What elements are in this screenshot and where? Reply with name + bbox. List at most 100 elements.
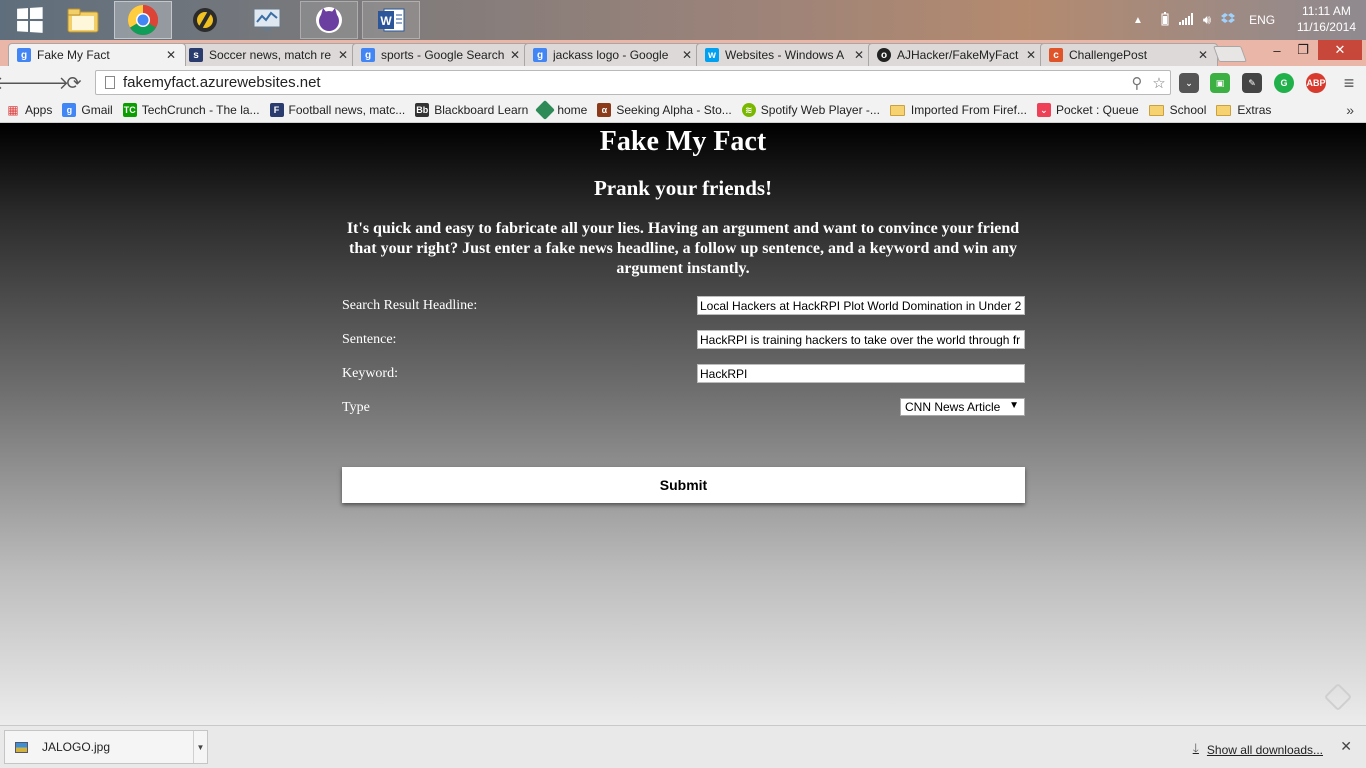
system-clock[interactable]: 11:11 AM 11/16/2014 — [1297, 3, 1356, 35]
clock-time: 11:11 AM — [1301, 4, 1351, 18]
dropbox-icon[interactable] — [1221, 12, 1236, 28]
evernote-extension-icon[interactable]: ✎ — [1242, 73, 1262, 93]
bookmark-pocket[interactable]: ⌄ Pocket : Queue — [1036, 103, 1139, 117]
tab-sports-google-search[interactable]: g sports - Google Search ✕ — [352, 43, 530, 66]
taskbar-app-4[interactable] — [238, 1, 296, 39]
headline-input[interactable] — [697, 296, 1025, 315]
type-select[interactable]: CNN News Article ▼ — [900, 398, 1025, 416]
keyword-row: Keyword: — [342, 364, 1025, 384]
new-tab-button[interactable] — [1213, 46, 1247, 62]
tab-soccer-news[interactable]: s Soccer news, match re ✕ — [180, 43, 358, 66]
bookmark-star-icon[interactable]: ☆ — [1148, 74, 1170, 92]
windows-logo-icon — [17, 7, 43, 33]
bookmark-folder-school[interactable]: School — [1148, 103, 1206, 117]
downloads-shelf: JALOGO.jpg ▼ 🡓 Show all downloads... ✕ — [0, 725, 1366, 768]
blackboard-icon: Bb — [415, 103, 430, 117]
download-item[interactable]: JALOGO.jpg ▼ — [4, 730, 208, 764]
close-downloads-icon[interactable]: ✕ — [1340, 738, 1352, 755]
pocket-extension-icon[interactable]: ⌄ — [1179, 73, 1199, 93]
download-menu-arrow-icon[interactable]: ▼ — [193, 731, 207, 763]
bookmark-label: Imported From Firef... — [910, 103, 1027, 117]
grammarly-extension-icon[interactable]: G — [1274, 73, 1294, 93]
bookmark-seeking-alpha[interactable]: α Seeking Alpha - Sto... — [597, 103, 732, 117]
close-tab-icon[interactable]: ✕ — [1197, 48, 1209, 62]
bookmark-label: Seeking Alpha - Sto... — [616, 103, 732, 117]
submit-button[interactable]: Submit — [342, 467, 1025, 503]
battery-icon[interactable] — [1161, 11, 1169, 29]
start-button[interactable] — [0, 1, 58, 39]
windows-favicon-icon: w — [705, 48, 719, 62]
extension-green-icon[interactable]: ▣ — [1210, 73, 1230, 93]
tab-github-fakemyfact[interactable]: o AJHacker/FakeMyFact ✕ — [868, 43, 1046, 66]
web-page: Fake My Fact Prank your friends! It's qu… — [0, 124, 1366, 725]
bookmark-apps[interactable]: ▦ Apps — [6, 103, 52, 117]
tray-overflow-icon[interactable]: ▲ — [1133, 15, 1143, 26]
bookmark-label: home — [557, 103, 588, 117]
bookmark-folder-imported[interactable]: Imported From Firef... — [889, 103, 1027, 117]
tab-title: ChallengePost — [1069, 48, 1148, 62]
close-tab-icon[interactable]: ✕ — [509, 48, 521, 62]
taskbar-word[interactable]: W — [362, 1, 420, 39]
keyword-label: Keyword: — [342, 366, 398, 381]
download-arrow-icon: 🡓 — [1192, 741, 1199, 755]
volume-icon[interactable]: 🔊︎ — [1203, 12, 1211, 28]
svg-text:W: W — [380, 14, 392, 28]
feedly-icon[interactable] — [1323, 682, 1353, 712]
close-window-button[interactable]: ✕ — [1318, 40, 1362, 60]
show-all-downloads-link[interactable]: 🡓 Show all downloads... — [1193, 739, 1323, 760]
type-selected-value: CNN News Article — [905, 400, 1001, 414]
maximize-button[interactable]: ❐ — [1290, 40, 1316, 60]
close-tab-icon[interactable]: ✕ — [1025, 48, 1037, 62]
page-subtitle: Prank your friends! — [593, 176, 773, 200]
adblock-plus-extension-icon[interactable]: ABP — [1306, 73, 1326, 93]
language-indicator[interactable]: ENG — [1249, 13, 1275, 27]
chrome-menu-icon[interactable]: ≡ — [1339, 73, 1359, 93]
sentence-input[interactable] — [697, 330, 1025, 349]
taskbar-chrome[interactable] — [114, 1, 172, 39]
bookmark-label: Blackboard Learn — [434, 103, 529, 117]
word-icon: W — [378, 8, 405, 32]
type-row: Type CNN News Article ▼ — [342, 398, 1025, 418]
github-favicon-icon: o — [877, 48, 891, 62]
bookmarks-bar: ▦ Apps g Gmail TC TechCrunch - The la...… — [0, 98, 1366, 123]
bookmark-football-news[interactable]: F Football news, matc... — [269, 103, 405, 117]
url-text[interactable]: fakemyfact.azurewebsites.net — [123, 74, 1126, 91]
bookmark-home[interactable]: home — [535, 100, 588, 120]
bookmark-spotify[interactable]: ≋ Spotify Web Player -... — [741, 103, 880, 117]
reload-button[interactable]: ⟳ — [63, 72, 85, 94]
forward-button[interactable]: 🡒 — [21, 72, 69, 94]
folder-icon — [1148, 104, 1164, 116]
tab-websites-windows-azure[interactable]: w Websites - Windows A ✕ — [696, 43, 874, 66]
bookmarks-overflow-icon[interactable]: » — [1346, 102, 1354, 118]
monitor-icon — [253, 8, 281, 31]
system-tray: ▲ 🔊︎ ENG — [1133, 0, 1275, 40]
tab-title: jackass logo - Google — [553, 48, 669, 62]
techcrunch-icon: TC — [122, 103, 137, 117]
close-tab-icon[interactable]: ✕ — [853, 48, 865, 62]
bookmark-gmail[interactable]: g Gmail — [62, 103, 113, 117]
google-favicon-icon: g — [533, 48, 547, 62]
search-icon[interactable]: ⚲ — [1126, 74, 1148, 92]
close-tab-icon[interactable]: ✕ — [681, 48, 693, 62]
soccer-site-favicon-icon: s — [189, 48, 203, 62]
close-tab-icon[interactable]: ✕ — [337, 48, 349, 62]
taskbar-app-5[interactable] — [300, 1, 358, 39]
close-tab-icon[interactable]: ✕ — [165, 48, 177, 62]
bookmark-label: TechCrunch - The la... — [141, 103, 260, 117]
seeking-alpha-icon: α — [597, 103, 612, 117]
address-bar[interactable]: fakemyfact.azurewebsites.net ⚲ ☆ — [95, 70, 1171, 95]
pocket-icon: ⌄ — [1036, 103, 1051, 117]
bookmark-blackboard[interactable]: Bb Blackboard Learn — [415, 103, 528, 117]
keyword-input[interactable] — [697, 364, 1025, 383]
bookmark-techcrunch[interactable]: TC TechCrunch - The la... — [122, 103, 260, 117]
signal-icon[interactable] — [1178, 12, 1193, 28]
bookmark-folder-extras[interactable]: Extras — [1216, 103, 1271, 117]
taskbar-app-3[interactable] — [176, 1, 234, 39]
folder-icon — [1216, 104, 1232, 116]
minimize-button[interactable]: – — [1264, 40, 1290, 60]
tab-fake-my-fact[interactable]: g Fake My Fact ✕ — [8, 43, 186, 66]
tab-challengepost[interactable]: c ChallengePost ✕ — [1040, 43, 1218, 66]
tab-jackass-logo[interactable]: g jackass logo - Google ✕ — [524, 43, 702, 66]
folder-icon — [889, 104, 905, 116]
taskbar-file-explorer[interactable] — [54, 1, 112, 39]
